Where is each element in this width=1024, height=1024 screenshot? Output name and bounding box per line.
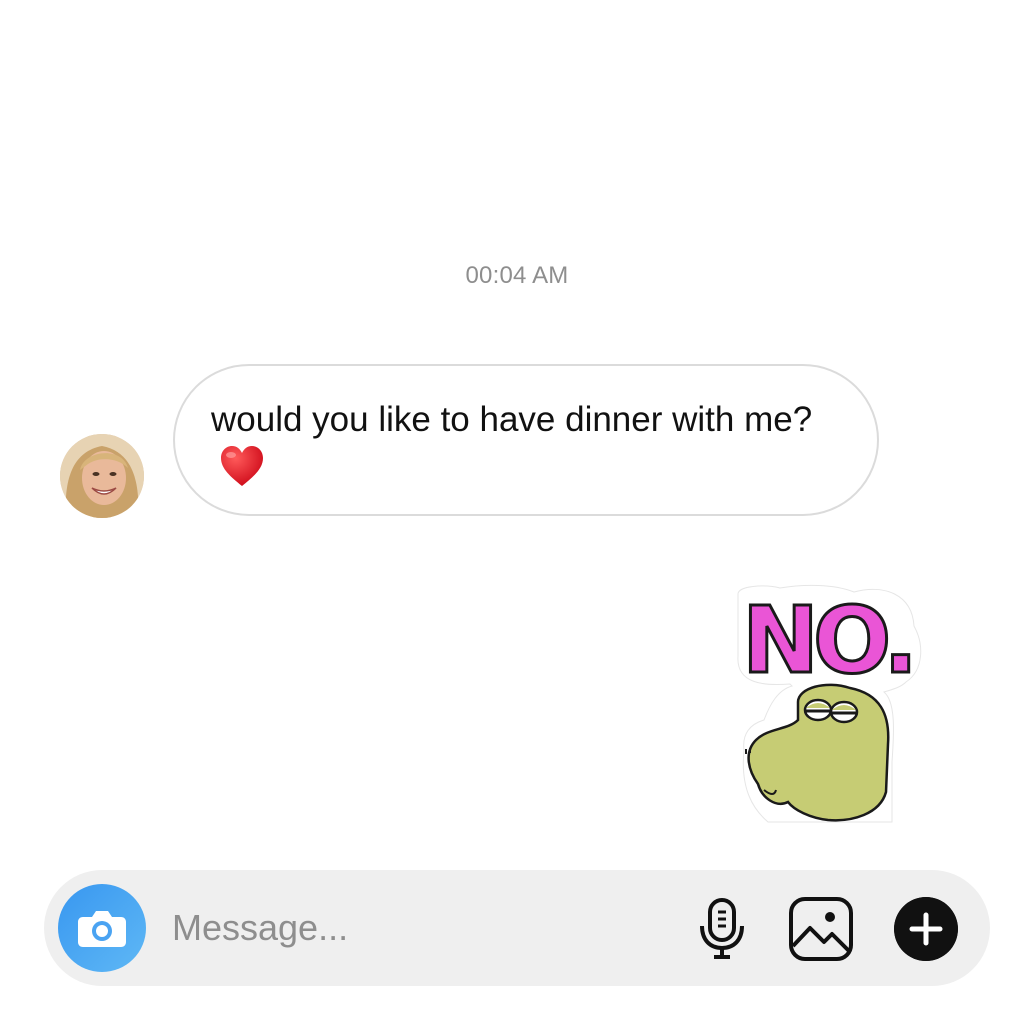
avatar[interactable] [60,434,144,518]
gallery-icon[interactable] [788,896,854,962]
camera-icon [78,911,126,947]
sleepy-dinosaur-sticker[interactable]: NO. [734,584,924,829]
message-composer [44,870,990,986]
camera-button[interactable] [58,884,146,972]
incoming-message-content: would you like to have dinner with me? [211,396,831,493]
sticker-text: NO. [742,587,912,694]
microphone-icon[interactable] [694,896,750,962]
red-heart-icon [221,446,263,486]
message-input[interactable] [172,902,652,954]
incoming-message-text: would you like to have dinner with me? [211,400,813,439]
message-timestamp: 00:04 AM [465,262,569,289]
chat-screen: 00:04 AM would you like to have dinner w… [0,0,1024,1024]
plus-icon[interactable] [894,897,958,961]
incoming-message-bubble[interactable]: would you like to have dinner with me? [173,364,879,516]
